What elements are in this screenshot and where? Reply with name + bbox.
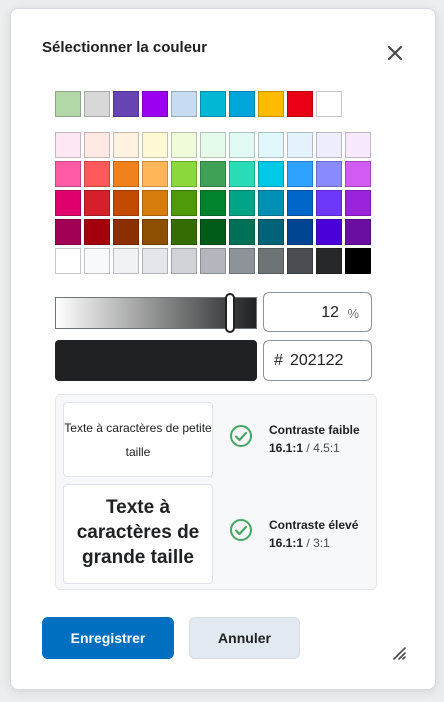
- swatch-palette[interactable]: [345, 161, 371, 187]
- save-button[interactable]: Enregistrer: [42, 617, 174, 659]
- swatch-recent[interactable]: [200, 91, 226, 117]
- lightness-slider[interactable]: [55, 293, 257, 333]
- swatch-palette[interactable]: [113, 161, 139, 187]
- close-icon[interactable]: [383, 41, 407, 65]
- check-circle-icon: [229, 518, 253, 542]
- swatch-palette[interactable]: [258, 219, 284, 245]
- swatch-palette[interactable]: [316, 248, 342, 274]
- check-circle-icon: [229, 424, 253, 448]
- low-contrast-label: Contraste faible: [269, 423, 360, 437]
- low-contrast-sep: /: [306, 441, 310, 455]
- swatch-recent[interactable]: [113, 91, 139, 117]
- swatch-palette[interactable]: [84, 132, 110, 158]
- swatch-palette[interactable]: [229, 161, 255, 187]
- swatch-palette[interactable]: [171, 190, 197, 216]
- high-contrast-rating: Contraste élevé 16.1:1 / 3:1: [269, 516, 358, 552]
- palette-grid: [55, 132, 371, 274]
- swatch-palette[interactable]: [200, 132, 226, 158]
- swatch-palette[interactable]: [142, 161, 168, 187]
- swatch-recent[interactable]: [55, 91, 81, 117]
- swatch-palette[interactable]: [113, 132, 139, 158]
- swatch-palette[interactable]: [142, 219, 168, 245]
- recent-colors-row: [55, 91, 342, 117]
- high-contrast-ratio: 16.1:1: [269, 536, 304, 550]
- swatch-palette[interactable]: [229, 132, 255, 158]
- swatch-recent[interactable]: [258, 91, 284, 117]
- small-text-sample: Texte à caractères de petite taille: [63, 402, 213, 477]
- cancel-button[interactable]: Annuler: [189, 617, 300, 659]
- swatch-palette[interactable]: [258, 248, 284, 274]
- swatch-recent[interactable]: [171, 91, 197, 117]
- dialog-title: Sélectionner la couleur: [42, 39, 208, 56]
- swatch-palette[interactable]: [316, 219, 342, 245]
- lightness-input[interactable]: 12 %: [263, 292, 372, 332]
- lightness-value: 12: [321, 304, 339, 321]
- swatch-palette[interactable]: [171, 219, 197, 245]
- hex-input[interactable]: # 202122: [263, 340, 372, 381]
- swatch-palette[interactable]: [55, 190, 81, 216]
- swatch-palette[interactable]: [171, 248, 197, 274]
- swatch-palette[interactable]: [258, 132, 284, 158]
- swatch-recent[interactable]: [287, 91, 313, 117]
- swatch-palette[interactable]: [142, 190, 168, 216]
- swatch-palette[interactable]: [316, 161, 342, 187]
- high-contrast-sep: /: [306, 536, 310, 550]
- swatch-palette[interactable]: [142, 132, 168, 158]
- swatch-palette[interactable]: [113, 219, 139, 245]
- hex-prefix: #: [274, 352, 283, 369]
- swatch-palette[interactable]: [55, 248, 81, 274]
- swatch-palette[interactable]: [316, 190, 342, 216]
- swatch-palette[interactable]: [345, 190, 371, 216]
- swatch-recent[interactable]: [142, 91, 168, 117]
- resize-handle-icon[interactable]: [391, 645, 407, 661]
- swatch-palette[interactable]: [287, 219, 313, 245]
- swatch-palette[interactable]: [287, 190, 313, 216]
- swatch-palette[interactable]: [84, 190, 110, 216]
- swatch-palette[interactable]: [287, 132, 313, 158]
- swatch-palette[interactable]: [229, 248, 255, 274]
- low-contrast-ratio: 16.1:1: [269, 441, 304, 455]
- swatch-palette[interactable]: [316, 132, 342, 158]
- large-text-sample: Texte à caractères de grande taille: [63, 484, 213, 584]
- high-contrast-label: Contraste élevé: [269, 518, 359, 532]
- swatch-palette[interactable]: [142, 248, 168, 274]
- contrast-panel: Texte à caractères de petite taille Text…: [55, 394, 377, 590]
- swatch-palette[interactable]: [345, 132, 371, 158]
- swatch-palette[interactable]: [258, 161, 284, 187]
- high-contrast-required: 3:1: [313, 536, 330, 550]
- percent-unit: %: [347, 306, 359, 321]
- low-contrast-rating: Contraste faible 16.1:1 / 4.5:1: [269, 421, 360, 457]
- swatch-palette[interactable]: [200, 190, 226, 216]
- swatch-palette[interactable]: [55, 219, 81, 245]
- swatch-palette[interactable]: [200, 248, 226, 274]
- swatch-recent[interactable]: [316, 91, 342, 117]
- swatch-palette[interactable]: [200, 161, 226, 187]
- swatch-palette[interactable]: [171, 132, 197, 158]
- swatch-palette[interactable]: [200, 219, 226, 245]
- swatch-palette[interactable]: [113, 190, 139, 216]
- slider-handle[interactable]: [225, 293, 235, 333]
- swatch-palette[interactable]: [113, 248, 139, 274]
- swatch-palette[interactable]: [55, 132, 81, 158]
- swatch-palette[interactable]: [345, 248, 371, 274]
- swatch-palette[interactable]: [287, 161, 313, 187]
- swatch-recent[interactable]: [84, 91, 110, 117]
- swatch-palette[interactable]: [84, 161, 110, 187]
- low-contrast-required: 4.5:1: [313, 441, 340, 455]
- swatch-palette[interactable]: [229, 190, 255, 216]
- swatch-palette[interactable]: [345, 219, 371, 245]
- swatch-palette[interactable]: [84, 219, 110, 245]
- swatch-recent[interactable]: [229, 91, 255, 117]
- swatch-palette[interactable]: [258, 190, 284, 216]
- swatch-palette[interactable]: [84, 248, 110, 274]
- swatch-palette[interactable]: [55, 161, 81, 187]
- color-picker-dialog: Sélectionner la couleur 12 % # 202122 Te…: [10, 8, 436, 690]
- color-preview: [55, 340, 257, 381]
- hex-value: 202122: [290, 352, 344, 369]
- swatch-palette[interactable]: [229, 219, 255, 245]
- swatch-palette[interactable]: [287, 248, 313, 274]
- swatch-palette[interactable]: [171, 161, 197, 187]
